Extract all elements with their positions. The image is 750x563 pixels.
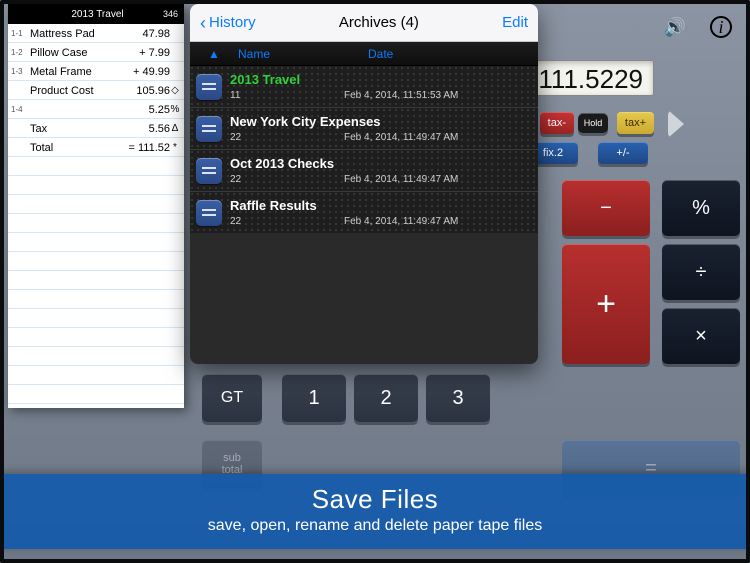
archive-row[interactable]: Oct 2013 Checks 22Feb 4, 2014, 11:49:47 A…: [190, 150, 538, 192]
tape-symbol: Δ: [170, 123, 180, 134]
tape-label: Metal Frame: [30, 66, 133, 78]
archive-meta: 22Feb 4, 2014, 11:49:47 AM: [230, 216, 530, 227]
tape-label: Pillow Case: [30, 47, 139, 59]
chevron-left-icon: ‹: [200, 14, 206, 32]
tape-symbol: *: [170, 142, 180, 153]
archive-title: Raffle Results: [230, 198, 530, 213]
paper-tape-header: 2013 Travel 346: [8, 4, 184, 24]
tape-row: 1-1Mattress Pad47.98: [8, 24, 184, 43]
info-icon[interactable]: i: [710, 16, 732, 38]
divide-button[interactable]: ÷: [662, 244, 740, 300]
tape-row: 1-3Metal Frame+ 49.99: [8, 62, 184, 81]
tape-symbol: %: [170, 104, 180, 115]
popover-title: Archives (4): [256, 14, 502, 31]
tape-value: = 111.52: [129, 142, 171, 154]
column-date[interactable]: Date: [368, 47, 393, 61]
back-button[interactable]: ‹ History: [200, 14, 256, 32]
paper-tape-title: 2013 Travel: [32, 9, 163, 20]
tape-line-number: 1-3: [8, 67, 30, 76]
archive-title: New York City Expenses: [230, 114, 530, 129]
archive-row-body: Raffle Results 22Feb 4, 2014, 11:49:47 AM: [230, 198, 530, 227]
caption-banner: Save Files save, open, rename and delete…: [0, 474, 750, 549]
archive-date: Feb 4, 2014, 11:51:53 AM: [344, 90, 458, 101]
multiply-button[interactable]: ×: [662, 308, 740, 364]
archive-line-count: 22: [230, 174, 344, 185]
archive-date: Feb 4, 2014, 11:49:47 AM: [344, 174, 458, 185]
archive-file-icon: [196, 158, 222, 184]
tape-line-number: 1-1: [8, 29, 30, 38]
tape-label: Product Cost: [30, 85, 136, 97]
archive-row-body: New York City Expenses 22Feb 4, 2014, 11:…: [230, 114, 530, 143]
tape-row: 1-2Pillow Case+ 7.99: [8, 43, 184, 62]
archive-file-icon: [196, 200, 222, 226]
paper-tape-count: 346: [163, 9, 178, 19]
minus-button[interactable]: −: [562, 180, 650, 236]
tax-minus-button[interactable]: tax-: [540, 112, 574, 134]
speaker-icon[interactable]: 🔊: [664, 16, 686, 38]
tape-value: 47.98: [142, 28, 170, 40]
back-label: History: [209, 14, 256, 31]
paper-tape: 2013 Travel 346 1-1Mattress Pad47.981-2P…: [8, 4, 184, 408]
archive-title: Oct 2013 Checks: [230, 156, 530, 171]
tape-row: 1-4 5.25%: [8, 100, 184, 119]
tape-line-number: 1-4: [8, 105, 30, 114]
archive-meta: 11Feb 4, 2014, 11:51:53 AM: [230, 90, 530, 101]
archive-date: Feb 4, 2014, 11:49:47 AM: [344, 216, 458, 227]
archive-date: Feb 4, 2014, 11:49:47 AM: [344, 132, 458, 143]
archive-row[interactable]: New York City Expenses 22Feb 4, 2014, 11:…: [190, 108, 538, 150]
caption-subtitle: save, open, rename and delete paper tape…: [0, 517, 750, 535]
gt-button[interactable]: GT: [202, 374, 262, 422]
expand-triangle-icon[interactable]: [668, 110, 684, 138]
percent-button[interactable]: %: [662, 180, 740, 236]
digit-2-button[interactable]: 2: [354, 374, 418, 422]
tape-row: Total= 111.52*: [8, 138, 184, 157]
popover-navbar: ‹ History Archives (4) Edit: [190, 4, 538, 42]
tape-row: Tax5.56Δ: [8, 119, 184, 138]
archive-meta: 22Feb 4, 2014, 11:49:47 AM: [230, 174, 530, 185]
archive-line-count: 22: [230, 216, 344, 227]
tape-line-number: 1-2: [8, 48, 30, 57]
archive-row[interactable]: 2013 Travel 11Feb 4, 2014, 11:51:53 AM: [190, 66, 538, 108]
sort-indicator-icon[interactable]: ▲: [190, 47, 238, 61]
tax-plus-button[interactable]: tax+: [617, 112, 654, 134]
plus-minus-button[interactable]: +/-: [598, 142, 648, 164]
edit-button[interactable]: Edit: [502, 14, 528, 31]
archive-line-count: 22: [230, 132, 344, 143]
hold-button[interactable]: Hold: [578, 113, 608, 133]
archive-list: 2013 Travel 11Feb 4, 2014, 11:51:53 AM New…: [190, 66, 538, 233]
tape-value: 5.56: [149, 123, 170, 135]
tape-label: Mattress Pad: [30, 28, 142, 40]
tape-value: + 7.99: [139, 47, 170, 59]
archive-row-body: 2013 Travel 11Feb 4, 2014, 11:51:53 AM: [230, 72, 530, 101]
tape-value: 105.96: [136, 85, 170, 97]
caption-title: Save Files: [0, 484, 750, 515]
archive-row[interactable]: Raffle Results 22Feb 4, 2014, 11:49:47 AM: [190, 192, 538, 233]
archive-meta: 22Feb 4, 2014, 11:49:47 AM: [230, 132, 530, 143]
archive-file-icon: [196, 116, 222, 142]
popover-column-header: ▲ Name Date: [190, 42, 538, 66]
digit-1-button[interactable]: 1: [282, 374, 346, 422]
tape-value: + 49.99: [133, 66, 170, 78]
archives-popover: ‹ History Archives (4) Edit ▲ Name Date …: [190, 4, 538, 364]
digit-3-button[interactable]: 3: [426, 374, 490, 422]
plus-button[interactable]: +: [562, 244, 650, 364]
tape-label: Tax: [30, 123, 149, 135]
tape-symbol: ◇: [170, 85, 180, 96]
archive-row-body: Oct 2013 Checks 22Feb 4, 2014, 11:49:47 A…: [230, 156, 530, 185]
archive-title: 2013 Travel: [230, 72, 530, 87]
column-name[interactable]: Name: [238, 47, 368, 61]
archive-line-count: 11: [230, 90, 344, 101]
tape-row: Product Cost105.96◇: [8, 81, 184, 100]
paper-tape-body: 1-1Mattress Pad47.981-2Pillow Case+ 7.99…: [8, 24, 184, 408]
tape-value: 5.25: [149, 104, 170, 116]
archive-file-icon: [196, 74, 222, 100]
tape-label: Total: [30, 142, 129, 154]
